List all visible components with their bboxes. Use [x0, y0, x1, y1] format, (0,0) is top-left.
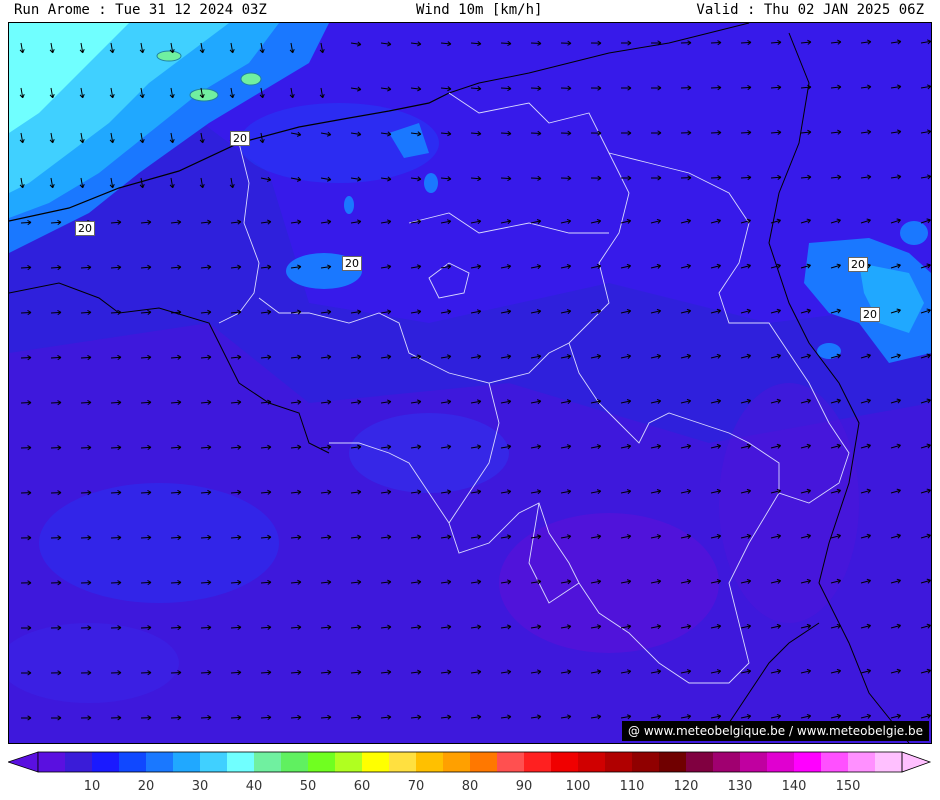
legend-swatch — [389, 752, 417, 772]
legend-swatch — [875, 752, 903, 772]
legend-tick-label: 10 — [83, 779, 101, 794]
legend-swatch — [146, 752, 174, 772]
legend-tick-label: 100 — [565, 779, 591, 794]
legend-swatch — [551, 752, 579, 772]
valid-label: Valid : Thu 02 JAN 2025 06Z — [696, 2, 924, 18]
legend-tick-label: 80 — [461, 779, 479, 794]
legend-tick-label: 50 — [299, 779, 317, 794]
legend-min-arrow — [8, 751, 39, 773]
legend-tick-label: 130 — [727, 779, 753, 794]
contour-label: 20 — [848, 257, 868, 272]
legend-swatch — [470, 752, 498, 772]
product-label: Wind 10m [km/h] — [416, 2, 543, 18]
legend-swatch — [713, 752, 741, 772]
legend-swatch — [605, 752, 633, 772]
legend-tick-label: 30 — [191, 779, 209, 794]
legend-tick-label: 40 — [245, 779, 263, 794]
contour-label: 20 — [230, 131, 250, 146]
legend-swatch — [794, 752, 822, 772]
legend-swatch — [524, 752, 552, 772]
legend-tick-label: 20 — [137, 779, 155, 794]
legend-swatch — [659, 752, 687, 772]
legend-swatch — [848, 752, 876, 772]
legend-tick-label: 90 — [515, 779, 533, 794]
legend-swatch — [767, 752, 795, 772]
legend-swatch — [821, 752, 849, 772]
legend-swatch — [740, 752, 768, 772]
legend-swatch — [578, 752, 606, 772]
wind-map: 20 20 20 20 20 @ www.meteobelgique.be / … — [8, 22, 932, 744]
legend-swatch — [632, 752, 660, 772]
legend-colorbar — [8, 751, 932, 773]
legend-tick-label: 110 — [619, 779, 645, 794]
legend-swatch — [173, 752, 201, 772]
legend-tick-label: 140 — [781, 779, 807, 794]
legend-swatch — [119, 752, 147, 772]
contour-label: 20 — [860, 307, 880, 322]
legend-swatch — [227, 752, 255, 772]
credit-banner: @ www.meteobelgique.be / www.meteobelgie… — [622, 721, 929, 741]
legend-swatch — [362, 752, 390, 772]
legend-swatch — [497, 752, 525, 772]
legend-tick-label: 60 — [353, 779, 371, 794]
legend-swatch — [65, 752, 93, 772]
legend-swatch — [335, 752, 363, 772]
legend-tick-label: 120 — [673, 779, 699, 794]
contour-label: 20 — [342, 256, 362, 271]
legend-swatch — [416, 752, 444, 772]
legend-swatch — [686, 752, 714, 772]
legend-swatch — [92, 752, 120, 772]
legend-swatch — [281, 752, 309, 772]
run-label: Run Arome : Tue 31 12 2024 03Z — [14, 2, 267, 18]
legend-tick-label: 70 — [407, 779, 425, 794]
wind-field-svg — [9, 23, 931, 743]
legend-swatch — [308, 752, 336, 772]
legend-swatch — [443, 752, 471, 772]
legend-swatch — [254, 752, 282, 772]
contour-label: 20 — [75, 221, 95, 236]
legend-swatch — [200, 752, 228, 772]
legend-tick-label: 150 — [835, 779, 861, 794]
legend-max-arrow — [901, 751, 932, 773]
legend-swatch — [38, 752, 66, 772]
